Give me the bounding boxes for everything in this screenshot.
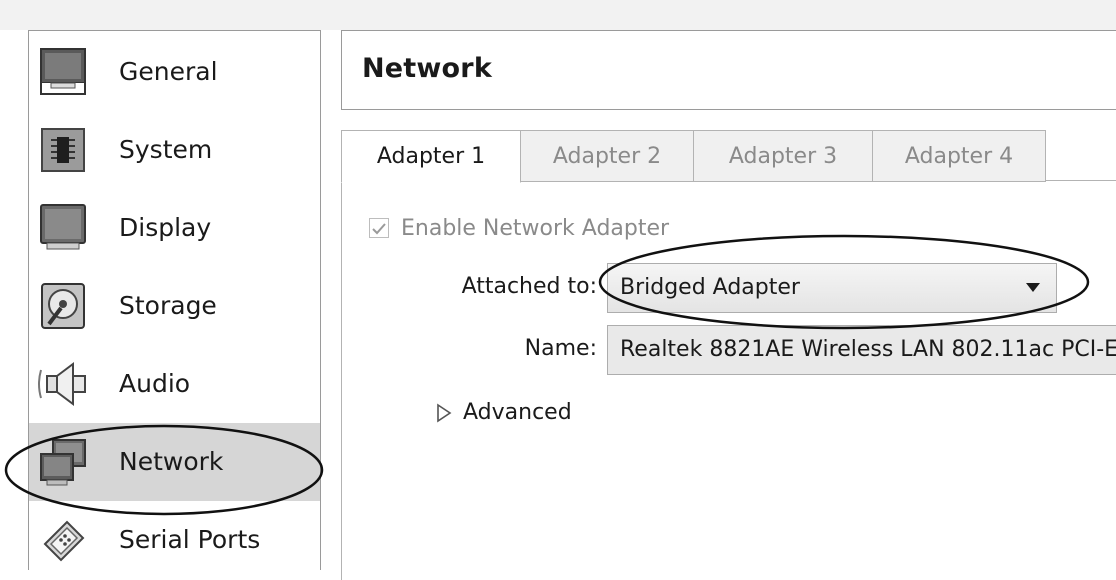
sidebar-item-label: General [119,57,218,86]
sidebar-item-label: Network [119,447,224,476]
enable-network-adapter-checkbox[interactable] [369,218,389,238]
sidebar-item-system[interactable]: System [29,111,320,189]
sidebar-item-storage[interactable]: Storage [29,267,320,345]
sidebar-item-label: Display [119,213,212,242]
name-label: Name: [524,336,597,361]
checkmark-icon [372,223,386,235]
settings-sidebar: General System Display Storage Audio Net… [28,30,321,570]
sidebar-item-audio[interactable]: Audio [29,345,320,423]
sidebar-item-label: Serial Ports [119,525,261,554]
tab-adapter-2[interactable]: Adapter 2 [520,130,694,182]
sidebar-item-display[interactable]: Display [29,189,320,267]
sidebar-item-label: Storage [119,291,217,320]
sidebar-item-label: System [119,135,213,164]
speaker-icon [37,358,89,410]
tab-adapter-3[interactable]: Adapter 3 [693,130,873,182]
monitor-icon [37,46,89,98]
adapter-name-value: Realtek 8821AE Wireless LAN 802.11ac PCI… [620,337,1116,362]
tab-adapter-4[interactable]: Adapter 4 [872,130,1046,182]
window-top-strip [0,0,1116,30]
expand-triangle-icon [437,403,452,423]
chip-icon [37,124,89,176]
adapter-name-select[interactable]: Realtek 8821AE Wireless LAN 802.11ac PCI… [607,325,1116,375]
sidebar-item-label: Audio [119,369,191,398]
section-header: Network [341,30,1116,110]
attached-to-value: Bridged Adapter [620,275,800,300]
serial-port-icon [37,514,89,566]
storage-icon [37,280,89,332]
dropdown-arrow-icon [1026,283,1040,292]
network-icon [37,436,89,488]
enable-network-adapter-label: Enable Network Adapter [401,216,670,241]
tab-adapter-1[interactable]: Adapter 1 [341,130,521,183]
page-title: Network [362,53,492,84]
sidebar-item-network[interactable]: Network [29,423,320,501]
sidebar-item-serial-ports[interactable]: Serial Ports [29,501,320,579]
display-icon [37,202,89,254]
attached-to-label: Attached to: [461,274,597,299]
advanced-label: Advanced [463,400,572,425]
attached-to-select[interactable]: Bridged Adapter [607,263,1057,313]
sidebar-item-general[interactable]: General [29,33,320,111]
